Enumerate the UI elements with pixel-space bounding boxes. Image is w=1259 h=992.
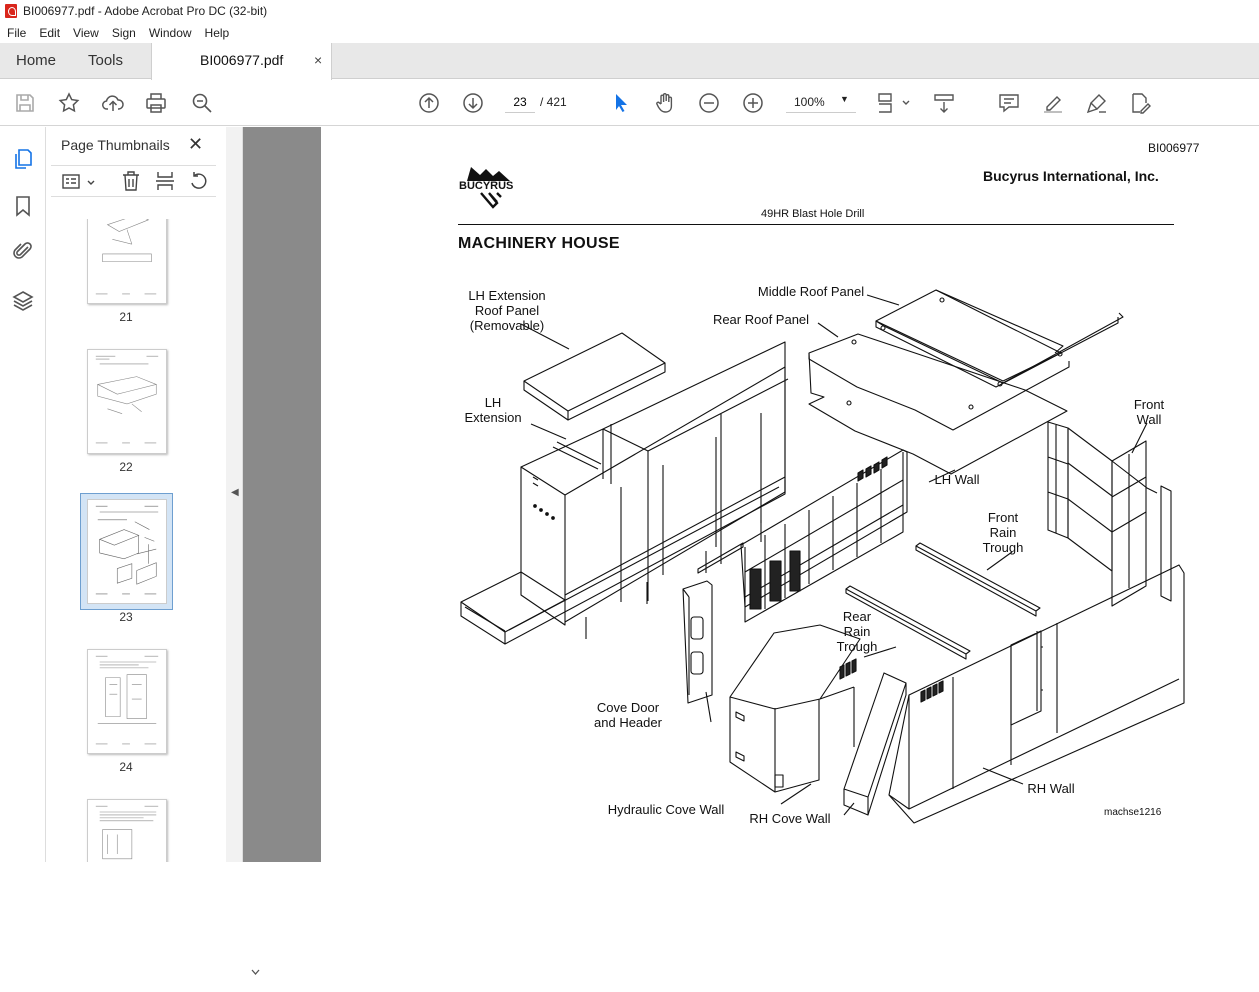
label-rh-cove-wall: RH Cove Wall [745, 811, 835, 826]
figure-id: machse1216 [1104, 807, 1162, 818]
zoom-in-icon[interactable] [741, 91, 765, 115]
acrobat-pdf-icon [5, 4, 17, 18]
tab-close-icon[interactable]: × [314, 52, 322, 68]
label-text: Front Wall [1133, 397, 1165, 427]
pdf-page: BI006977 BUCYRUS Bucyrus International, … [321, 127, 1259, 862]
thumbnail-page-number: 23 [119, 610, 133, 624]
label-lh-extension: LH Extension [457, 395, 529, 425]
label-text: RH Cove Wall [749, 811, 831, 826]
label-text: Cove Door and Header [594, 700, 662, 730]
page-up-icon[interactable] [417, 91, 441, 115]
main-toolbar [0, 80, 1259, 126]
thumbnail-page-number: 22 [119, 460, 133, 474]
collapse-arrow-icon: ◀ [231, 487, 239, 498]
save-icon[interactable] [13, 91, 37, 115]
tab-bar: Home Tools BI006977.pdf × [0, 43, 1259, 80]
tab-document[interactable]: BI006977.pdf × [151, 43, 332, 80]
thumbnail-panel: Page Thumbnails ✕ 21 22 23 24 [46, 127, 260, 975]
left-rail [0, 127, 46, 862]
select-cursor-icon[interactable] [609, 91, 633, 115]
label-rear-roof-panel: Rear Roof Panel [706, 312, 816, 327]
label-cove-door-and-header: Cove Door and Header [589, 700, 667, 730]
comment-icon[interactable] [997, 91, 1021, 115]
zoom-out-icon[interactable] [697, 91, 721, 115]
panel-collapse-handle[interactable]: ◀ [226, 127, 243, 862]
label-lh-extension-roof-panel: LH Extension Roof Panel (Removable) [463, 288, 551, 333]
page-number-input[interactable] [505, 91, 535, 113]
label-front-wall: Front Wall [1129, 397, 1169, 427]
menu-bar: File Edit View Sign Window Help [0, 22, 1259, 43]
tab-home[interactable]: Home [16, 43, 56, 79]
zoom-value: 100% [794, 95, 825, 109]
tab-tools[interactable]: Tools [88, 43, 123, 79]
hand-tool-icon[interactable] [653, 91, 677, 115]
layers-icon[interactable] [11, 289, 35, 313]
bookmark-icon[interactable] [11, 194, 35, 218]
edit-pdf-icon[interactable] [1128, 91, 1152, 115]
menu-file[interactable]: File [0, 26, 32, 40]
tab-document-label: BI006977.pdf [200, 52, 284, 68]
extract-pages-icon[interactable] [154, 170, 176, 192]
label-text: Rear Roof Panel [712, 312, 810, 327]
page-layout-icon[interactable] [876, 91, 912, 115]
upload-cloud-icon[interactable] [101, 91, 125, 115]
delete-icon[interactable] [120, 170, 142, 192]
draw-icon[interactable] [1085, 91, 1109, 115]
label-rear-rain-trough: Rear Rain Trough [833, 609, 881, 654]
thumbnail-options-icon[interactable] [61, 171, 97, 193]
thumbnail-page[interactable] [87, 349, 167, 454]
label-hydraulic-cove-wall: Hydraulic Cove Wall [601, 802, 731, 817]
label-lh-wall: LH Wall [931, 472, 983, 487]
menu-view[interactable]: View [66, 26, 105, 40]
label-rh-wall: RH Wall [1023, 781, 1079, 796]
highlight-pen-icon[interactable] [1041, 91, 1065, 115]
label-text: LH Extension Roof Panel (Removable) [468, 288, 546, 333]
page-thumbnails-icon[interactable] [11, 147, 35, 171]
chevron-down-icon: ▼ [840, 94, 849, 104]
scroll-mode-icon[interactable] [932, 91, 956, 115]
label-text: LH Wall [934, 472, 980, 487]
menu-sign[interactable]: Sign [105, 26, 142, 40]
zoom-select[interactable]: 100% ▼ [786, 91, 856, 113]
close-icon[interactable]: ✕ [188, 134, 203, 155]
thumbnail-page-number: 21 [119, 310, 133, 324]
thumbnail-page[interactable] [87, 799, 167, 862]
label-text: Front Rain Trough [982, 510, 1024, 555]
thumbnail-list: 21 22 23 24 [46, 219, 204, 862]
machinery-house-diagram [460, 289, 1185, 824]
thumbnail-page[interactable] [87, 649, 167, 754]
thumbnail-panel-title: Page Thumbnails [61, 137, 170, 153]
menu-window[interactable]: Window [142, 26, 198, 40]
rotate-icon[interactable] [188, 170, 210, 192]
menu-edit[interactable]: Edit [32, 26, 66, 40]
thumbnail-page-selected[interactable] [87, 499, 167, 604]
thumbnail-tools [51, 165, 216, 197]
search-zoom-icon[interactable] [190, 91, 214, 115]
label-front-rain-trough: Front Rain Trough [981, 510, 1025, 555]
label-text: LH Extension [464, 395, 522, 425]
label-text: Rear Rain Trough [836, 609, 878, 654]
label-text: RH Wall [1027, 781, 1075, 796]
label-text: Hydraulic Cove Wall [607, 802, 725, 817]
attachment-icon[interactable] [11, 239, 35, 263]
page-down-icon[interactable] [461, 91, 485, 115]
window-title: BI006977.pdf - Adobe Acrobat Pro DC (32-… [23, 4, 268, 18]
label-text: Middle Roof Panel [757, 284, 865, 299]
document-viewer[interactable]: BI006977 BUCYRUS Bucyrus International, … [243, 127, 1259, 862]
menu-help[interactable]: Help [198, 26, 236, 40]
label-middle-roof-panel: Middle Roof Panel [751, 284, 871, 299]
star-icon[interactable] [57, 91, 81, 115]
page-total: / 421 [540, 95, 567, 109]
thumbnail-page[interactable] [87, 219, 167, 304]
print-icon[interactable] [144, 91, 168, 115]
title-bar: BI006977.pdf - Adobe Acrobat Pro DC (32-… [0, 0, 1259, 22]
thumbnail-page-number: 24 [119, 760, 133, 774]
